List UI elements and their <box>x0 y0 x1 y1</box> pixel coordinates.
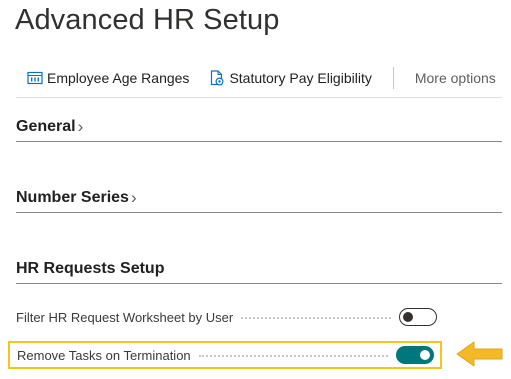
field-filter-hr-request-worksheet: Filter HR Request Worksheet by User <box>16 305 504 329</box>
table-icon <box>27 71 47 85</box>
field-label: Filter HR Request Worksheet by User <box>16 309 234 325</box>
remove-tasks-toggle[interactable] <box>396 346 434 364</box>
employee-age-ranges-label: Employee Age Ranges <box>47 70 190 86</box>
action-bar: Employee Age Ranges Statutory Pay Eligib… <box>16 59 502 98</box>
field-label: Remove Tasks on Termination <box>17 347 191 363</box>
employee-age-ranges-button[interactable]: Employee Age Ranges <box>27 70 189 86</box>
statutory-pay-eligibility-button[interactable]: Statutory Pay Eligibility <box>209 70 372 86</box>
filter-hr-request-toggle[interactable] <box>399 308 437 326</box>
section-number-series[interactable]: Number Series › <box>16 189 502 213</box>
field-leader-dots <box>241 317 391 319</box>
field-leader-dots <box>198 355 388 357</box>
toggle-knob <box>403 312 413 322</box>
page-title: Advanced HR Setup <box>15 4 280 36</box>
more-options-button[interactable]: More options <box>415 70 496 86</box>
section-number-series-label: Number Series <box>16 189 129 206</box>
statutory-pay-eligibility-label: Statutory Pay Eligibility <box>229 70 372 86</box>
section-hr-requests-setup-label: HR Requests Setup <box>16 260 165 277</box>
toggle-knob <box>420 350 430 360</box>
chevron-right-icon: › <box>130 188 137 207</box>
field-remove-tasks-on-termination: Remove Tasks on Termination <box>8 341 442 369</box>
section-hr-requests-setup: HR Requests Setup <box>16 260 502 284</box>
action-divider <box>392 67 394 89</box>
section-general-label: General <box>16 118 76 135</box>
document-gear-icon <box>209 70 229 86</box>
section-general[interactable]: General › <box>16 118 502 142</box>
arrow-left-icon <box>455 339 505 374</box>
chevron-right-icon: › <box>77 117 84 136</box>
